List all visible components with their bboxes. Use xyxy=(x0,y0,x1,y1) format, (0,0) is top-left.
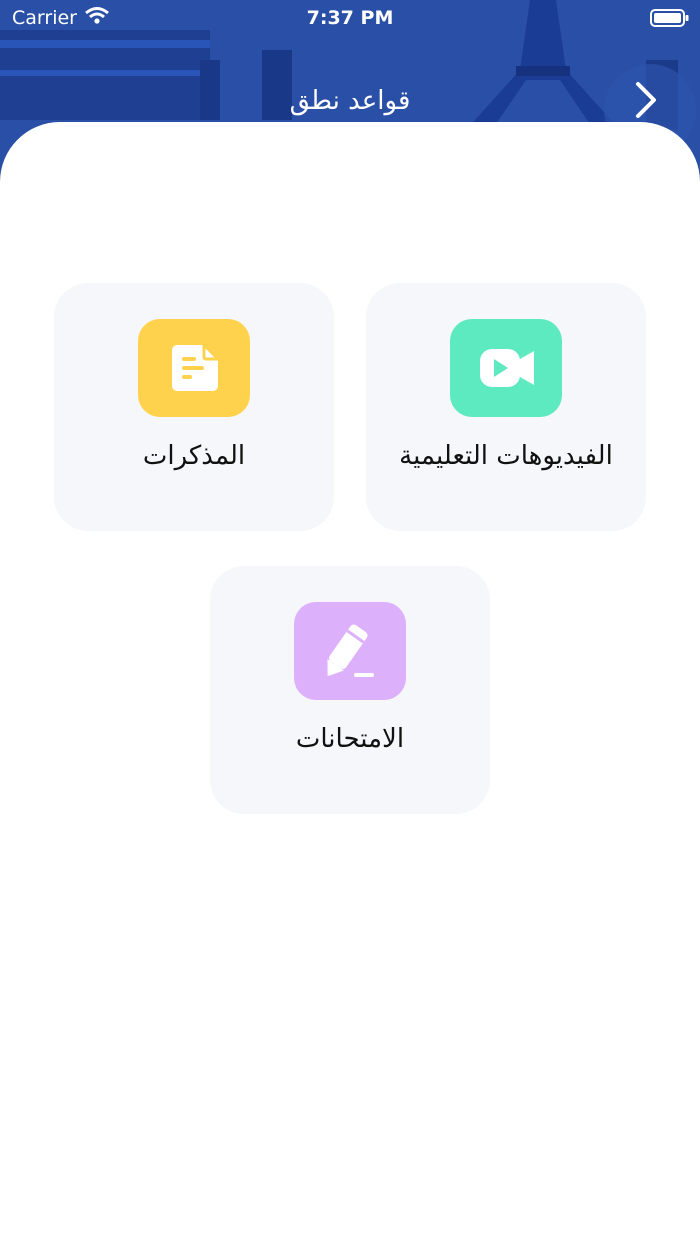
exams-tile xyxy=(294,602,406,700)
notes-label: المذكرات xyxy=(142,441,246,471)
notes-tile xyxy=(138,319,250,417)
pencil-icon xyxy=(327,624,374,677)
note-icon xyxy=(172,345,218,391)
back-button[interactable] xyxy=(632,80,660,120)
exams-card[interactable]: الامتحانات xyxy=(210,566,490,814)
notes-card[interactable]: المذكرات xyxy=(54,283,334,531)
videos-label: الفيديوهات التعليمية xyxy=(399,441,613,471)
content-sheet: الفيديوهات التعليمية المذكرات الامتحانات xyxy=(0,122,700,1244)
battery-icon xyxy=(650,9,689,27)
video-icon xyxy=(480,349,534,387)
videos-card[interactable]: الفيديوهات التعليمية xyxy=(366,283,646,531)
videos-tile xyxy=(450,319,562,417)
clock: 7:37 PM xyxy=(306,7,394,29)
exams-label: الامتحانات xyxy=(295,724,405,754)
chevron-right-icon xyxy=(636,82,656,118)
page-title: قواعد نطق xyxy=(289,86,411,116)
status-bar: Carrier 7:37 PM xyxy=(0,0,700,36)
